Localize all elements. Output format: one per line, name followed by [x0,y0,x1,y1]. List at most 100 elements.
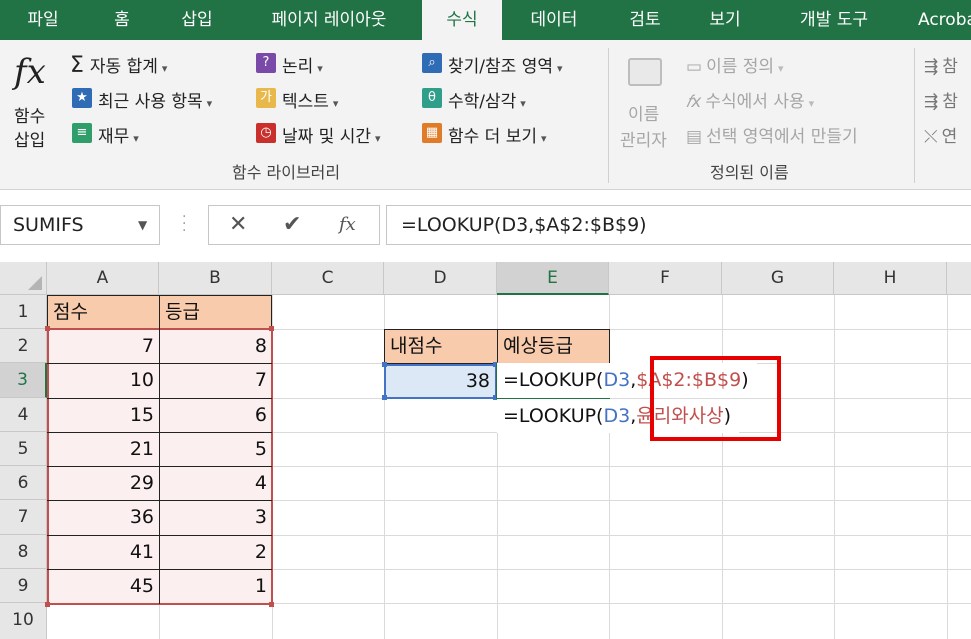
cell-a2[interactable]: 7 [47,329,159,363]
row-header-4[interactable]: 4 [0,398,47,432]
cell-b1[interactable]: 등급 [159,295,272,330]
cell-d3[interactable]: 38 [384,364,497,399]
date-time-button[interactable]: ◷ 날짜 및 시간 ▾ [256,122,381,147]
cell-b5[interactable]: 5 [159,432,272,466]
tab-home[interactable]: 홈 [86,0,158,40]
column-header-i[interactable] [947,262,971,295]
formula-prefix: =LOOKUP( [503,369,604,391]
cell-b9[interactable]: 1 [159,569,272,603]
row-header-9[interactable]: 9 [0,569,47,603]
column-header-e[interactable]: E [497,262,609,295]
cell-b4[interactable]: 6 [159,398,272,432]
tab-view[interactable]: 보기 [684,0,766,40]
define-name-button[interactable]: ▭ 이름 정의 ▾ [686,52,784,77]
column-header-a[interactable]: A [47,262,159,295]
cell-a6[interactable]: 29 [47,466,159,500]
formula-input[interactable]: =LOOKUP(D3,$A$2:$B$9) [386,205,971,245]
tab-file[interactable]: 파일 [0,0,86,40]
ribbon-formulas: fx 함수 삽입 Σ 자동 합계 ▾ ★ 최근 사용 항목 ▾ ≡ 재무 ▾ ? 논리 ▾ 가텍… [0,40,971,190]
cell-a9[interactable]: 45 [47,569,159,603]
cell-b2[interactable]: 8 [159,329,272,363]
math-trig-button[interactable]: θ 수학/삼각 ▾ [422,87,526,112]
insert-function-button[interactable]: fx 함수 삽입 [8,52,60,152]
row-header-10[interactable]: 10 [0,603,47,639]
excel-window: 파일 홈 삽입 페이지 레이아웃 수식 데이터 검토 보기 개발 도구 Acro… [0,0,971,639]
logical-label: 논리 [282,57,314,77]
create-from-selection-button[interactable]: ▤ 선택 영역에서 만들기 [686,122,858,147]
enter-icon[interactable]: ✔ [283,206,301,244]
chevron-down-icon: ▾ [332,97,339,110]
more-functions-label: 함수 더 보기 [448,127,538,147]
row-header-1[interactable]: 1 [0,295,47,329]
name-manager-icon [628,58,662,86]
recently-used-label: 최근 사용 항목 [98,92,203,112]
trace-precedents-button[interactable]: ⇶ 참 [924,52,958,77]
row-header-2[interactable]: 2 [0,329,47,363]
lookup-reference-button[interactable]: ⌕ 찾기/참조 영역 ▾ [422,52,563,77]
column-header-g[interactable]: G [722,262,834,295]
range-handle[interactable] [382,395,387,400]
row-header-3[interactable]: 3 [0,363,47,398]
fx-icon: fx [14,52,46,92]
cell-a3[interactable]: 10 [47,363,159,398]
chevron-down-icon: ▾ [375,132,381,145]
magnifier-icon: ⌕ [422,53,442,73]
row-header-5[interactable]: 5 [0,432,47,466]
formula-prefix: =LOOKUP( [503,405,604,427]
more-functions-button[interactable]: ▦ 함수 더 보기 ▾ [422,122,547,147]
column-header-f[interactable]: F [609,262,722,295]
tab-acrobat[interactable]: Acroba [902,0,971,40]
text-button[interactable]: 가 텍스트 ▾ [256,87,338,112]
cell-a4[interactable]: 15 [47,398,159,432]
remove-arrows-button[interactable]: ⤬ 연 [924,122,957,147]
cell-b3[interactable]: 7 [159,363,272,398]
ribbon-tab-bar: 파일 홈 삽입 페이지 레이아웃 수식 데이터 검토 보기 개발 도구 Acro… [0,0,971,40]
trace-icon: ⇶ [924,92,939,112]
column-header-d[interactable]: D [384,262,497,295]
tab-insert[interactable]: 삽입 [158,0,236,40]
chevron-down-icon[interactable]: ▼ [138,205,147,245]
drag-handle-icon[interactable]: · · · [182,210,186,238]
column-header-c[interactable]: C [272,262,384,295]
select-all-icon [28,276,42,290]
financial-button[interactable]: ≡ 재무 ▾ [72,122,139,147]
tab-developer[interactable]: 개발 도구 [766,0,902,40]
cell-b7[interactable]: 3 [159,500,272,535]
math-trig-label: 수학/삼각 [448,92,517,112]
use-in-formula-button[interactable]: 𝑓x 수식에서 사용 ▾ [686,87,814,112]
name-box[interactable]: SUMIFS [0,205,160,245]
cell-e2[interactable]: 예상등급 [497,329,610,364]
row-header-7[interactable]: 7 [0,500,47,535]
row-header-8[interactable]: 8 [0,535,47,569]
range-handle[interactable] [382,362,387,367]
cell-a7[interactable]: 36 [47,500,159,535]
insert-function-icon[interactable]: fx [339,206,356,244]
chevron-down-icon: ▾ [520,97,526,110]
cell-a1[interactable]: 점수 [47,295,160,330]
chevron-down-icon: ▾ [808,97,815,110]
column-header-h[interactable]: H [834,262,947,295]
tab-page-layout[interactable]: 페이지 레이아웃 [236,0,422,40]
cell-a8[interactable]: 41 [47,535,159,569]
name-manager-button[interactable]: 이름 관리자 [618,54,678,154]
autosum-button[interactable]: Σ 자동 합계 ▾ [70,52,167,78]
tab-formulas[interactable]: 수식 [422,0,502,40]
group-divider [914,48,915,183]
tab-review[interactable]: 검토 [606,0,684,40]
row-header-6[interactable]: 6 [0,466,47,500]
logical-button[interactable]: ? 논리 ▾ [256,52,323,77]
function-library-group-label: 함수 라이브러리 [232,163,341,182]
cell-a5[interactable]: 21 [47,432,159,466]
trace-dependents-button[interactable]: ⇶ 참 [924,87,958,112]
column-header-b[interactable]: B [159,262,272,295]
select-all-button[interactable] [0,262,47,295]
cell-b6[interactable]: 4 [159,466,272,500]
cell-b8[interactable]: 2 [159,535,272,569]
tab-data[interactable]: 데이터 [502,0,606,40]
cell-d2[interactable]: 내점수 [384,329,498,364]
worksheet-grid[interactable]: A B C D E F G H 1 2 3 4 5 6 7 8 9 10 점수 … [0,262,971,639]
name-manager-label-1: 이름 [628,105,660,125]
cancel-icon[interactable]: ✕ [229,206,247,244]
formula-bar: SUMIFS ▼ · · · ✕ ✔ fx =LOOKUP(D3,$A$2:$B$9… [0,190,971,262]
recently-used-button[interactable]: ★ 최근 사용 항목 ▾ [72,87,212,112]
